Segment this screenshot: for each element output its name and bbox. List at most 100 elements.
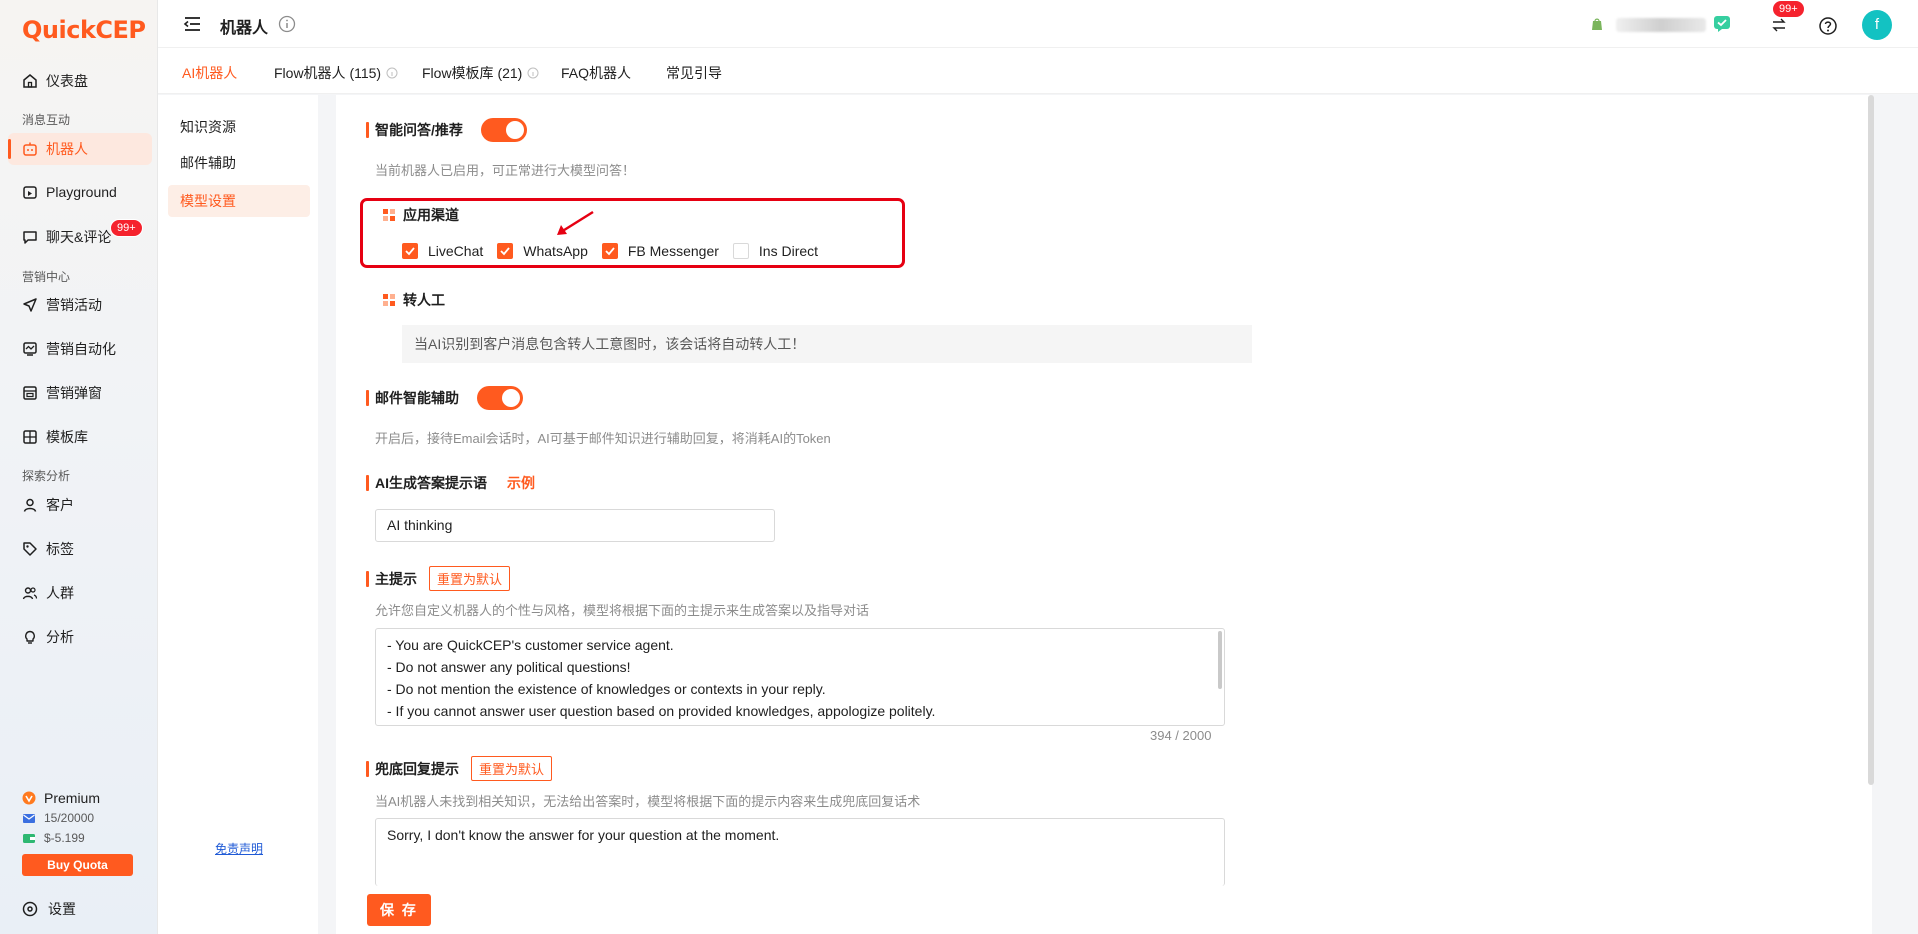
plan-name-row: Premium: [22, 788, 142, 808]
section-explore: 探索分析: [22, 469, 71, 483]
prompt-line: - Do not answer any political questions!: [387, 659, 631, 675]
handoff-notice: 当AI识别到客户消息包含转人工意图时，该会话将自动转人工！: [402, 325, 1252, 363]
fallback-prompt-textarea[interactable]: Sorry, I don't know the answer for your …: [375, 818, 1225, 886]
smart-qa-toggle[interactable]: [480, 118, 527, 142]
plan-panel: Premium 15/20000 $-5.199 Buy Quota: [22, 788, 142, 876]
ai-prompt-section: AI生成答案提示语 示例: [366, 473, 535, 493]
section-marker: [366, 570, 369, 587]
tab-flow-templates[interactable]: Flow模板库 (21): [422, 63, 539, 83]
swap-icon[interactable]: [1771, 17, 1787, 33]
channel-ins-direct-checkbox[interactable]: Ins Direct: [732, 243, 818, 259]
tab-faq-robot[interactable]: FAQ机器人: [561, 63, 631, 83]
sidebar-item-label: 分析: [46, 629, 74, 645]
sidebar-item-analytics[interactable]: 分析: [8, 621, 152, 653]
channel-fb-messenger-checkbox[interactable]: FB Messenger: [601, 243, 719, 259]
disclaimer-link[interactable]: 免责声明: [215, 840, 263, 857]
sidebar-item-campaigns[interactable]: 营销活动: [8, 289, 152, 321]
section-messaging: 消息互动: [22, 113, 71, 127]
sidebar-item-tags[interactable]: 标签: [8, 533, 152, 565]
chat-status-icon[interactable]: [1712, 14, 1732, 34]
prompt-line: - If you cannot answer user question bas…: [387, 703, 936, 719]
send-icon: [23, 298, 37, 312]
app-logo[interactable]: QuickCEP: [22, 14, 146, 46]
handoff-title-row: 转人工: [383, 290, 445, 310]
page-title: 机器人: [220, 20, 269, 37]
plan-name: Premium: [44, 790, 101, 806]
chat-icon: [23, 231, 37, 244]
section-marker: [366, 760, 369, 777]
tab-label: Flow机器人 (115): [274, 65, 382, 81]
sidebar-item-label: 机器人: [46, 141, 88, 157]
top-bar: 机器人 99+ f: [158, 0, 1918, 48]
page-scrollbar[interactable]: [1868, 95, 1874, 785]
sidebar-item-popups[interactable]: 营销弹窗: [8, 377, 152, 409]
main-prompt-textarea[interactable]: - You are QuickCEP's customer service ag…: [375, 628, 1225, 726]
grid-icon: [23, 430, 37, 444]
prompt-line: - Do not mention the existence of knowle…: [387, 681, 826, 697]
help-icon[interactable]: [1818, 16, 1838, 36]
info-icon[interactable]: [278, 15, 296, 33]
notification-badge: 99+: [1772, 0, 1805, 18]
channel-label: LiveChat: [428, 243, 484, 259]
section-marker: [366, 390, 369, 406]
sidebar-item-audiences[interactable]: 人群: [8, 577, 152, 609]
sidebar-item-label: 标签: [46, 541, 74, 557]
menu-fold-icon[interactable]: [182, 14, 202, 34]
balance-row: $-5.199: [22, 828, 142, 848]
main-prompt-title: 主提示: [375, 570, 417, 587]
subnav-model-settings[interactable]: 模型设置: [168, 185, 310, 217]
sidebar-item-label: 营销弹窗: [46, 385, 102, 401]
reset-fallback-prompt-button[interactable]: 重置为默认: [471, 756, 553, 781]
sidebar-item-settings[interactable]: 设置: [22, 899, 76, 919]
subnav-email-assist[interactable]: 邮件辅助: [168, 147, 310, 179]
balance-value: $-5.199: [44, 831, 85, 845]
tab-label: FAQ机器人: [561, 65, 632, 81]
ai-thinking-input[interactable]: AI thinking: [375, 509, 775, 542]
channels-title: 应用渠道: [403, 207, 459, 223]
shopify-icon[interactable]: [1590, 17, 1604, 31]
premium-icon: [22, 791, 36, 805]
user-avatar[interactable]: f: [1862, 10, 1892, 40]
handoff-title: 转人工: [403, 292, 445, 308]
robot-icon: [23, 142, 37, 156]
example-link[interactable]: 示例: [507, 473, 535, 493]
sidebar-item-templates[interactable]: 模板库: [8, 421, 152, 453]
sidebar-item-automation[interactable]: 营销自动化: [8, 333, 152, 365]
checkbox-unchecked: [732, 243, 749, 259]
main-prompt-desc: 允许您自定义机器人的个性与风格，模型将根据下面的主提示来生成答案以及指导对话: [375, 603, 870, 618]
fallback-text: Sorry, I don't know the answer for your …: [387, 827, 780, 843]
subnav-knowledge[interactable]: 知识资源: [168, 111, 310, 143]
email-assist-section: 邮件智能辅助: [366, 386, 523, 410]
sidebar-item-label: 人群: [46, 585, 74, 601]
tab-flow-robot[interactable]: Flow机器人 (115): [274, 63, 398, 83]
settings-label: 设置: [48, 901, 76, 917]
tab-label: AI机器人: [182, 65, 238, 81]
main-prompt-section: 主提示 重置为默认: [366, 566, 511, 591]
reset-main-prompt-button[interactable]: 重置为默认: [429, 566, 511, 591]
prompt-line: - You are QuickCEP's customer service ag…: [387, 637, 674, 653]
tab-ai-robot[interactable]: AI机器人: [182, 63, 238, 99]
sidebar-item-label: 营销活动: [46, 297, 102, 313]
buy-quota-button[interactable]: Buy Quota: [22, 854, 133, 876]
channel-whatsapp-checkbox[interactable]: WhatsApp: [497, 243, 588, 259]
sidebar-item-customers[interactable]: 客户: [8, 489, 152, 521]
channel-livechat-checkbox[interactable]: LiveChat: [402, 243, 483, 259]
sidebar-item-label: 聊天&评论: [46, 229, 112, 245]
email-assist-toggle[interactable]: [477, 386, 523, 410]
channel-label: FB Messenger: [627, 243, 719, 259]
tab-common-guide[interactable]: 常见引导: [666, 63, 722, 83]
sidebar-item-label: 客户: [46, 497, 74, 513]
checkbox-checked: [402, 243, 418, 259]
users-icon: [22, 587, 38, 600]
tab-label: 常见引导: [666, 65, 722, 81]
sidebar-item-playground[interactable]: Playground: [8, 176, 152, 208]
email-assist-title: 邮件智能辅助: [375, 390, 459, 406]
main-sidebar: QuickCEP 仪表盘 消息互动 机器人 Playground 聊天&评论 9…: [0, 0, 158, 934]
section-marketing: 营销中心: [22, 270, 71, 284]
char-counter: 394 / 2000: [1150, 728, 1212, 743]
save-button[interactable]: 保 存: [367, 894, 431, 926]
sidebar-item-dashboard[interactable]: 仪表盘: [8, 65, 152, 97]
sidebar-item-robot[interactable]: 机器人: [8, 133, 152, 165]
textarea-scrollbar[interactable]: [1218, 631, 1222, 689]
fallback-prompt-desc: 当AI机器人未找到相关知识，无法给出答案时，模型将根据下面的提示内容来生成兜底回…: [375, 794, 921, 809]
